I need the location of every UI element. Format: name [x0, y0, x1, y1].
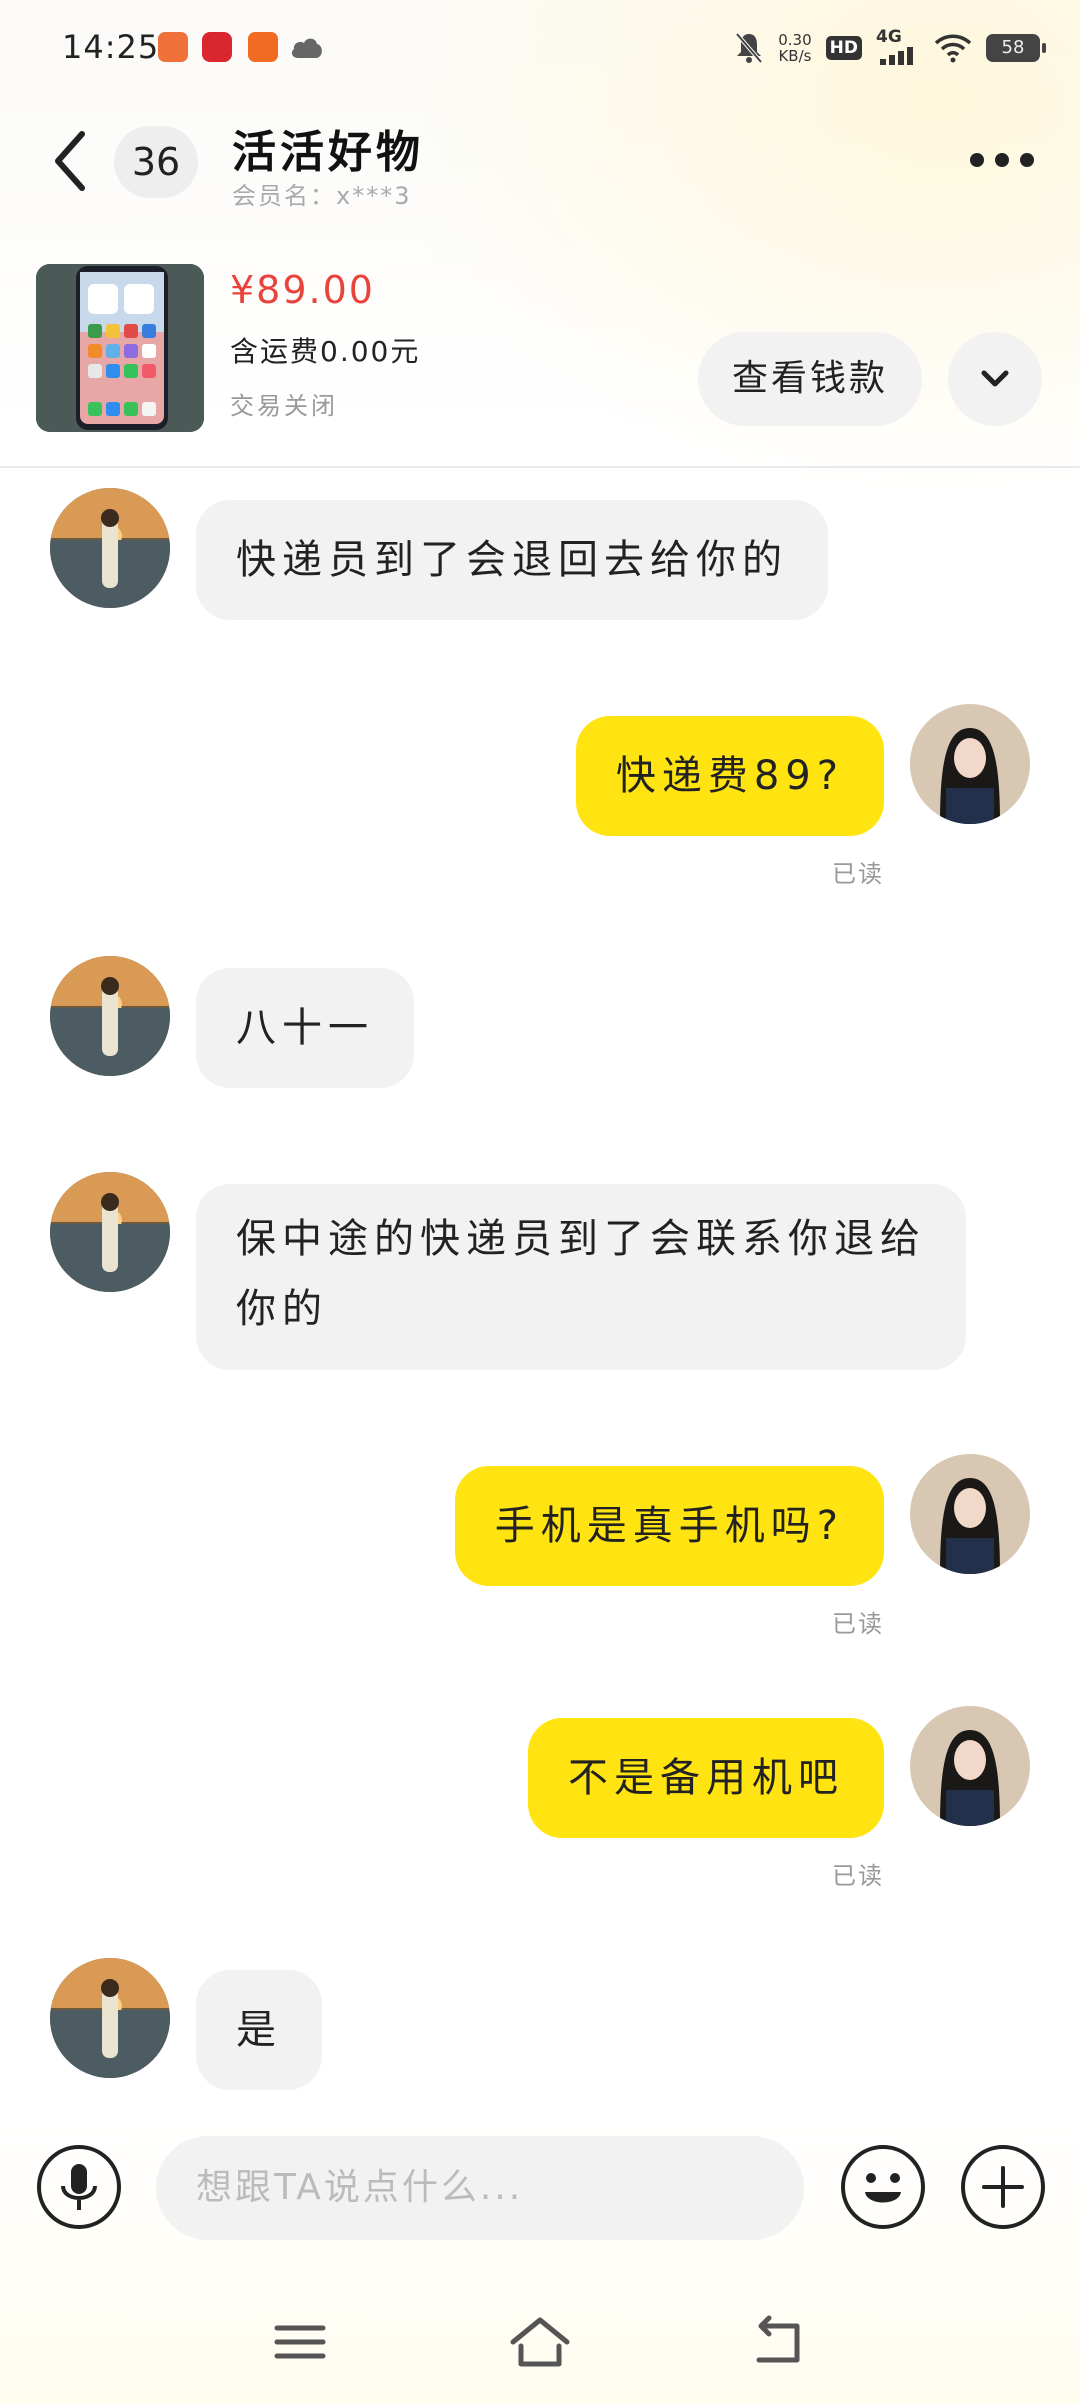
- my-avatar[interactable]: [910, 1454, 1030, 1574]
- message-bubble[interactable]: 八十一: [196, 968, 414, 1088]
- chevron-down-icon: [981, 370, 1009, 387]
- plus-icon: [961, 2145, 1045, 2229]
- product-image[interactable]: [36, 264, 204, 432]
- home-icon: [510, 2317, 570, 2367]
- product-shipping: 含运费0.00元: [230, 335, 421, 368]
- status-bar: 14:25 0.30 KB/s HD 4G 58: [0, 0, 1080, 96]
- product-price: ¥89.00: [230, 268, 375, 312]
- phone-photo: [36, 264, 204, 432]
- my-avatar[interactable]: [910, 704, 1030, 824]
- read-receipt: 已读: [832, 1610, 884, 1638]
- hd-badge: HD: [825, 36, 862, 60]
- voice-button[interactable]: [36, 2144, 122, 2230]
- more-options-button[interactable]: [970, 150, 1034, 170]
- chat-header: 36 活活好物 会员名：x***3: [0, 100, 1080, 220]
- microphone-icon: [37, 2145, 121, 2229]
- network-speed: 0.30 KB/s: [778, 31, 812, 65]
- back-nav-button[interactable]: [745, 2312, 815, 2372]
- read-receipt: 已读: [832, 860, 884, 888]
- add-attachment-button[interactable]: [960, 2144, 1046, 2230]
- order-status: 交易关闭: [230, 392, 338, 420]
- wifi-icon: [934, 34, 972, 63]
- contact-avatar[interactable]: [50, 488, 170, 608]
- my-avatar[interactable]: [910, 1706, 1030, 1826]
- home-button[interactable]: [505, 2312, 575, 2372]
- status-time: 14:25: [62, 28, 160, 66]
- emoji-button[interactable]: [840, 2144, 926, 2230]
- app-notification-icon: [248, 32, 278, 62]
- system-navigation-bar: [0, 2290, 1080, 2390]
- battery-indicator: 58: [986, 34, 1046, 62]
- message-bubble[interactable]: 是: [196, 1970, 322, 2090]
- message-input[interactable]: 想跟TA说点什么...: [156, 2136, 804, 2240]
- read-receipt: 已读: [832, 1862, 884, 1890]
- menu-icon: [274, 2325, 326, 2359]
- message-bubble[interactable]: 快递员到了会退回去给你的: [196, 500, 828, 620]
- cloud-icon: [291, 38, 322, 58]
- message-bubble[interactable]: 不是备用机吧: [528, 1718, 884, 1838]
- app-notification-icon: [158, 32, 188, 62]
- menu-button[interactable]: [265, 2312, 335, 2372]
- back-icon: [756, 2315, 800, 2363]
- more-dots-icon: [970, 153, 984, 167]
- contact-name: 活活好物: [232, 127, 424, 178]
- message-bubble[interactable]: 手机是真手机吗?: [454, 1466, 884, 1586]
- message-bubble[interactable]: 保中途的快递员到了会联系你退给你的: [196, 1184, 966, 1370]
- app-notification-icon: [202, 32, 232, 62]
- view-payment-button[interactable]: 查看钱款: [698, 332, 922, 426]
- message-list: 快递员到了会退回去给你的 快递费89? 已读 八十一 保中途的快递员到了会联系你…: [0, 470, 1080, 2120]
- signal-indicator: 4G: [876, 27, 920, 65]
- message-bubble[interactable]: 快递费89?: [575, 716, 884, 836]
- contact-avatar[interactable]: [50, 1958, 170, 2078]
- mute-icon: [735, 32, 763, 64]
- back-button[interactable]: [44, 126, 100, 196]
- chevron-left-icon: [55, 131, 85, 191]
- member-name: 会员名：x***3: [232, 182, 412, 210]
- contact-avatar[interactable]: [50, 956, 170, 1076]
- smiley-icon: [841, 2145, 925, 2229]
- signal-bars-icon: [880, 47, 913, 65]
- unread-count-badge[interactable]: 36: [114, 126, 198, 198]
- chat-screen: 14:25 0.30 KB/s HD 4G 58 36 活活好物 会员名：x**…: [0, 0, 1080, 2404]
- contact-avatar[interactable]: [50, 1172, 170, 1292]
- message-input-bar: 想跟TA说点什么...: [0, 2120, 1080, 2260]
- expand-button[interactable]: [948, 332, 1042, 426]
- status-indicators: 0.30 KB/s HD 4G 58: [734, 27, 1046, 68]
- product-card[interactable]: ¥89.00 含运费0.00元 交易关闭 查看钱款: [0, 250, 1080, 468]
